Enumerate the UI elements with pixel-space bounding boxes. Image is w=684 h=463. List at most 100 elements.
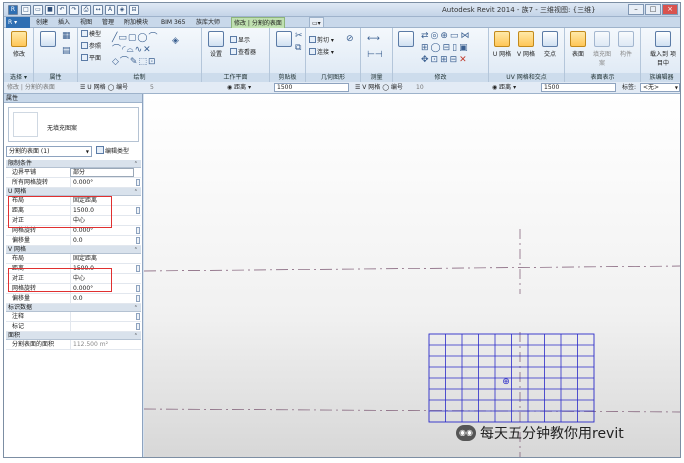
v-distance-radio[interactable]: ◉ 距离 ▾ (492, 83, 516, 93)
value-button[interactable] (136, 207, 140, 214)
section-area[interactable]: 面积 ⌃ (6, 332, 141, 340)
draw-pick-tools-icon[interactable]: ◇⌒✎⬚⊡ (112, 54, 157, 67)
section-u-grid[interactable]: U 网格 ⌃ (6, 188, 141, 196)
property-value[interactable]: 1500.0 (70, 206, 134, 216)
tab-insert[interactable]: 插入 (56, 17, 72, 28)
v-grid-button[interactable]: V 网格 (515, 31, 537, 58)
value-button[interactable] (136, 227, 140, 234)
measure-icon[interactable]: ↔ (93, 5, 103, 15)
app-tab-button[interactable]: R ▾ (6, 17, 30, 28)
value-button[interactable] (136, 265, 140, 272)
show-workplane-button[interactable]: 显示 (230, 36, 250, 46)
property-value[interactable] (70, 312, 134, 322)
u-distance-field[interactable]: 1500 (274, 83, 349, 92)
split-face-icon[interactable]: ⊘ (346, 34, 354, 44)
3d-view-icon[interactable]: ◈ (117, 5, 127, 15)
ref-plane-button[interactable]: 平面 (81, 54, 101, 64)
value-button[interactable] (136, 295, 140, 302)
property-value[interactable]: 0.000° (70, 178, 134, 188)
property-value[interactable] (70, 322, 134, 332)
type-selector[interactable]: 无填充图案 (8, 107, 139, 142)
v-number-field[interactable]: 10 (416, 83, 424, 93)
value-button[interactable] (136, 323, 140, 330)
surface-button[interactable]: 表面 (567, 31, 589, 58)
tab-view[interactable]: 视图 (78, 17, 94, 28)
value-button[interactable] (136, 179, 140, 186)
section-icon[interactable]: ⊟ (129, 5, 139, 15)
family-types-icon[interactable]: ▤ (62, 46, 71, 56)
v-grid-toggle[interactable]: ☰ V 网格 ◯ 编号 (355, 83, 403, 93)
modify-tools-row1-icon[interactable]: ⇄◎⊕▭⋈ (421, 31, 471, 41)
property-value[interactable]: 部分 (70, 168, 134, 177)
edit-type-icon (96, 146, 104, 154)
property-value[interactable]: 0.000° (70, 284, 134, 294)
section-identity-data[interactable]: 标识数据 ⌃ (6, 304, 141, 312)
minimize-icon[interactable]: – (628, 4, 644, 15)
save-icon[interactable]: ■ (45, 5, 55, 15)
undo-icon[interactable]: ↶ (57, 5, 67, 15)
ref-line-button[interactable]: 参照 (81, 42, 101, 52)
property-value[interactable]: 中心 (70, 274, 134, 284)
component-button[interactable]: 构件 (615, 31, 637, 58)
measure-distance-icon[interactable]: ⟷ (367, 34, 380, 44)
tab-manage[interactable]: 管理 (100, 17, 116, 28)
cut-geometry-button[interactable]: 剪切 ▾ (309, 36, 334, 46)
divided-surface-grid[interactable] (428, 333, 595, 423)
section-constraints[interactable]: 限制条件 ⌃ (6, 160, 141, 168)
app-menu-button[interactable]: R (8, 5, 18, 15)
property-value[interactable]: 1500.0 (70, 264, 134, 274)
close-icon[interactable]: × (662, 4, 678, 15)
open-icon[interactable]: ▭ (33, 5, 43, 15)
property-value[interactable]: 固定距离 (70, 254, 134, 264)
v-distance-field[interactable]: 1500 (541, 83, 616, 92)
tab-bim365[interactable]: BIM 365 (159, 17, 187, 28)
align-button[interactable] (395, 31, 417, 49)
maximize-icon[interactable]: □ (645, 4, 661, 15)
u-grid-toggle[interactable]: ☰ U 网格 ◯ 编号 (80, 83, 128, 93)
viewer-button[interactable]: 查看器 (230, 48, 256, 58)
property-value[interactable]: 0.0 (70, 294, 134, 304)
draw-extra-icon[interactable]: ◈ (172, 36, 179, 46)
table-row: 布局 固定距离 (6, 196, 141, 206)
load-into-project-button[interactable]: 载入到 项目中 (650, 31, 676, 67)
copy-icon[interactable]: ⧉ (295, 43, 301, 53)
paste-button[interactable] (273, 31, 295, 49)
u-grid-button[interactable]: U 网格 (491, 31, 513, 58)
modify-tools-row2-icon[interactable]: ⊞◯⊟▯▣ (421, 43, 470, 53)
set-workplane-button[interactable]: 设置 (205, 31, 227, 58)
property-value[interactable]: 中心 (70, 216, 134, 226)
grid-center-icon[interactable]: ⊕ (502, 377, 510, 387)
dimension-icon[interactable]: ⊢⊣ (367, 50, 383, 60)
model-line-button[interactable]: 模型 (81, 30, 101, 40)
edit-type-button[interactable]: 编辑类型 (96, 146, 129, 157)
u-number-field[interactable]: 5 (150, 83, 154, 93)
section-v-grid[interactable]: V 网格 ⌃ (6, 246, 141, 254)
value-button[interactable] (136, 237, 140, 244)
modify-tools-row3-icon[interactable]: ✥⊡⊞⊟✕ (421, 55, 469, 65)
label-dropdown[interactable]: <无> (640, 83, 680, 92)
join-geometry-button[interactable]: 连接 ▾ (309, 48, 334, 58)
redo-icon[interactable]: ↷ (69, 5, 79, 15)
property-value[interactable]: 固定距离 (70, 196, 134, 206)
view-canvas[interactable]: ⊕ (144, 94, 680, 457)
tab-create[interactable]: 创建 (34, 17, 50, 28)
fill-pattern-button[interactable]: 填充图案 (591, 31, 613, 67)
property-value[interactable]: 0.0 (70, 236, 134, 246)
properties-button[interactable] (37, 31, 59, 49)
instance-filter-dropdown[interactable]: 分割的表面 (1) (6, 146, 92, 157)
intersects-button[interactable]: 交点 (539, 31, 561, 58)
text-icon[interactable]: A (105, 5, 115, 15)
cut-clip-icon[interactable]: ✂ (295, 31, 303, 41)
value-button[interactable] (136, 313, 140, 320)
print-icon[interactable]: ⎙ (81, 5, 91, 15)
type-properties-icon[interactable]: ▦ (62, 31, 71, 41)
tab-family-master[interactable]: 族库大师 (194, 17, 222, 28)
property-value[interactable]: 0.000° (70, 226, 134, 236)
modify-button[interactable]: 修改 (8, 31, 30, 58)
u-distance-radio[interactable]: ◉ 距离 ▾ (227, 83, 251, 93)
tab-overflow-icon[interactable]: ▭▾ (309, 17, 324, 28)
value-button[interactable] (136, 285, 140, 292)
new-icon[interactable]: □ (21, 5, 31, 15)
tab-modify-divided-surface[interactable]: 修改 | 分割的表面 (231, 17, 285, 28)
tab-addins[interactable]: 附加模块 (122, 17, 150, 28)
